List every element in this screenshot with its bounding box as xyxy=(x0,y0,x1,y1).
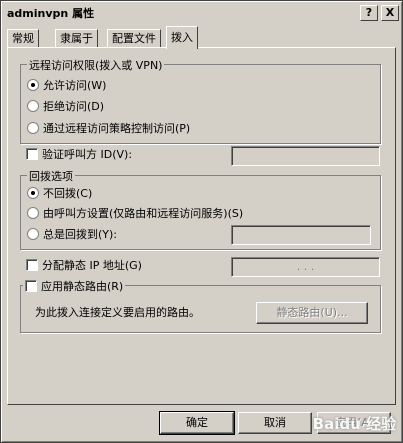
properties-window: adminvpn 属性 ? X 常规 隶属于 配置文件 拨入 远程访问权限(拨入… xyxy=(0,0,403,443)
checkbox-icon xyxy=(26,259,38,271)
verify-caller-checkbox[interactable]: 验证呼叫方 ID(V): xyxy=(26,148,132,162)
static-ip-checkbox[interactable]: 分配静态 IP 地址(G) xyxy=(26,259,142,273)
dial-in-panel: 远程访问权限(拨入或 VPN) 允许访问(W) 拒绝访问(D) 通过远程访问策略… xyxy=(7,47,396,405)
static-routes-group: 应用静态路由(R) 为此拨入连接定义要启用的路由。 静态路由(U)... xyxy=(20,278,381,333)
tab-member-of[interactable]: 隶属于 xyxy=(55,29,98,48)
checkbox-icon xyxy=(26,148,38,160)
static-routes-checkbox[interactable]: 应用静态路由(R) xyxy=(23,278,126,294)
radio-deny-access[interactable]: 拒绝访问(D) xyxy=(27,100,104,114)
remote-access-legend: 远程访问权限(拨入或 VPN) xyxy=(27,57,165,73)
callback-legend: 回拨选项 xyxy=(27,168,75,184)
radio-dot-icon xyxy=(27,100,39,112)
radio-dot-icon xyxy=(27,122,39,134)
window-title: adminvpn 属性 xyxy=(7,7,95,20)
radio-allow-access[interactable]: 允许访问(W) xyxy=(27,79,106,93)
callback-group: 回拨选项 不回拨(C) 由呼叫方设置(仅路由和远程访问服务)(S) 总是回拨到(… xyxy=(20,168,381,250)
tab-general[interactable]: 常规 xyxy=(7,29,39,48)
radio-no-callback[interactable]: 不回拨(C) xyxy=(27,187,92,201)
static-routes-button[interactable]: 静态路由(U)... xyxy=(256,302,368,324)
title-bar: adminvpn 属性 ? X xyxy=(3,3,400,21)
remote-access-group: 远程访问权限(拨入或 VPN) 允许访问(W) 拒绝访问(D) 通过远程访问策略… xyxy=(20,57,381,144)
radio-dot-icon xyxy=(27,79,39,91)
verify-caller-field[interactable] xyxy=(231,146,380,166)
radio-dot-icon xyxy=(27,187,39,199)
radio-dot-icon xyxy=(27,228,39,240)
tab-dial-in[interactable]: 拨入 xyxy=(166,26,198,49)
radio-caller-set[interactable]: 由呼叫方设置(仅路由和远程访问服务)(S) xyxy=(27,207,243,221)
ok-button[interactable]: 确定 xyxy=(159,411,235,435)
checkbox-icon xyxy=(25,280,37,292)
cancel-button[interactable]: 取消 xyxy=(238,412,312,434)
help-button[interactable]: ? xyxy=(360,5,378,21)
radio-always-callback[interactable]: 总是回拨到(Y): xyxy=(27,228,117,242)
tab-profile[interactable]: 配置文件 xyxy=(107,29,161,48)
radio-policy-control[interactable]: 通过远程访问策略控制访问(P) xyxy=(27,122,190,136)
watermark: Baidu 经验 xyxy=(312,415,396,433)
close-button[interactable]: X xyxy=(381,5,399,21)
static-ip-field[interactable]: . . . xyxy=(231,257,380,277)
radio-dot-icon xyxy=(27,207,39,219)
static-routes-description: 为此拨入连接定义要启用的路由。 xyxy=(35,306,200,319)
always-callback-field[interactable] xyxy=(231,225,371,245)
